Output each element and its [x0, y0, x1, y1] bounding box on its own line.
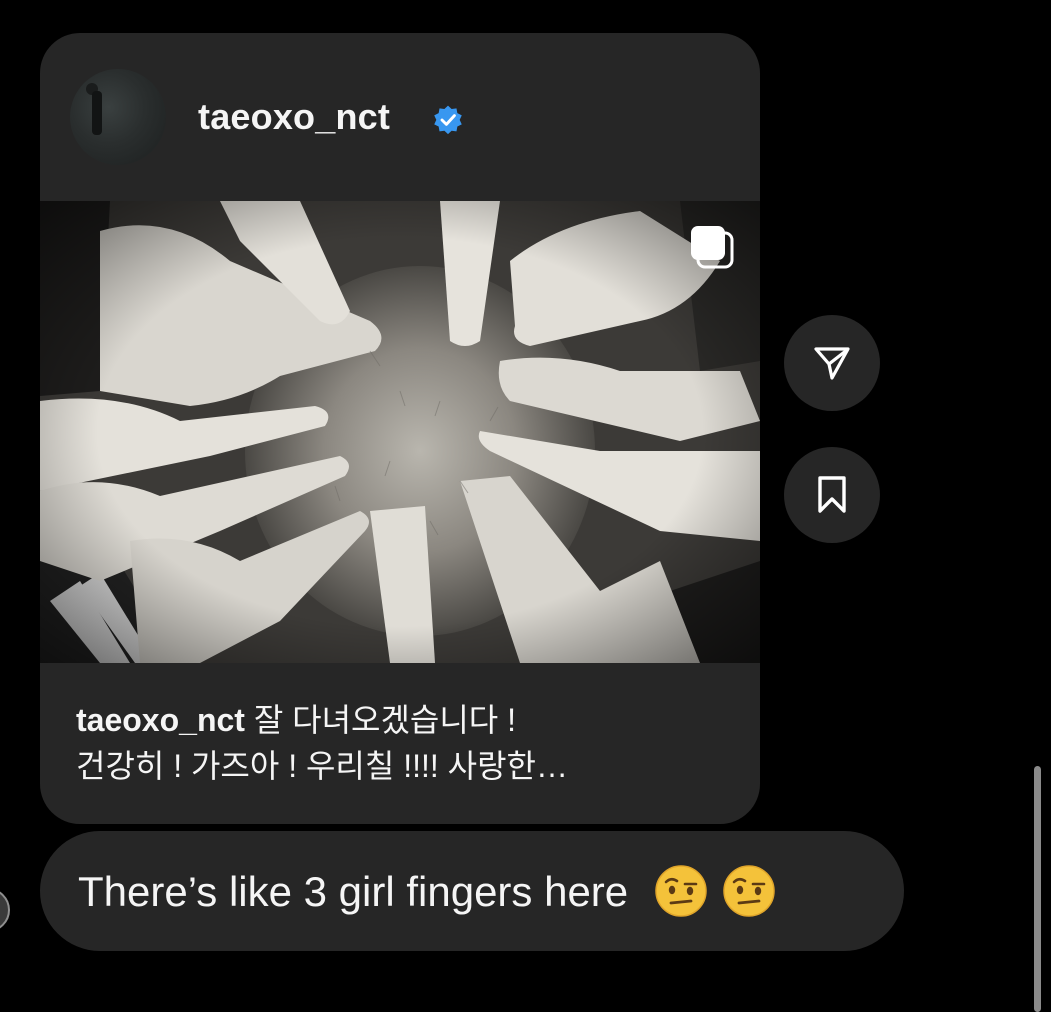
- message-bubble[interactable]: There’s like 3 girl fingers here: [40, 831, 904, 951]
- post-caption[interactable]: taeoxo_nct 잘 다녀오겠습니다 ! 건강히 ! 가즈아 ! 우리칠 !…: [76, 697, 736, 789]
- save-button[interactable]: [784, 447, 880, 543]
- caption-line-2: 건강히 ! 가즈아 ! 우리칠 !!!! 사랑한…: [76, 748, 568, 784]
- scrollbar[interactable]: [1034, 766, 1041, 1012]
- paper-plane-icon: [814, 347, 850, 380]
- raised-eyebrow-emoji-icon-2: [723, 865, 775, 917]
- sender-avatar[interactable]: [0, 888, 10, 932]
- multiple-photos-icon: [691, 226, 734, 269]
- dm-thread: taeoxo_nct taeoxo_nct 잘 다녀오겠습니다 ! 건강히 ! …: [0, 0, 1051, 1012]
- shared-post-card[interactable]: taeoxo_nct taeoxo_nct 잘 다녀오겠습니다 ! 건강히 ! …: [40, 33, 760, 824]
- bookmark-icon: [818, 476, 846, 513]
- message-text: There’s like 3 girl fingers here: [78, 868, 629, 915]
- verified-badge-icon: [434, 105, 462, 135]
- post-header[interactable]: taeoxo_nct: [40, 33, 760, 201]
- caption-username: taeoxo_nct: [76, 702, 245, 738]
- post-username[interactable]: taeoxo_nct: [198, 97, 390, 137]
- caption-line-1: 잘 다녀오겠습니다 !: [253, 702, 517, 738]
- share-button[interactable]: [784, 315, 880, 411]
- hands-photo-image: [40, 201, 760, 663]
- profile-avatar[interactable]: [70, 69, 166, 165]
- raised-eyebrow-emoji-icon: [655, 865, 707, 917]
- message-content: There’s like 3 girl fingers here: [78, 865, 776, 922]
- post-photo[interactable]: [40, 201, 760, 663]
